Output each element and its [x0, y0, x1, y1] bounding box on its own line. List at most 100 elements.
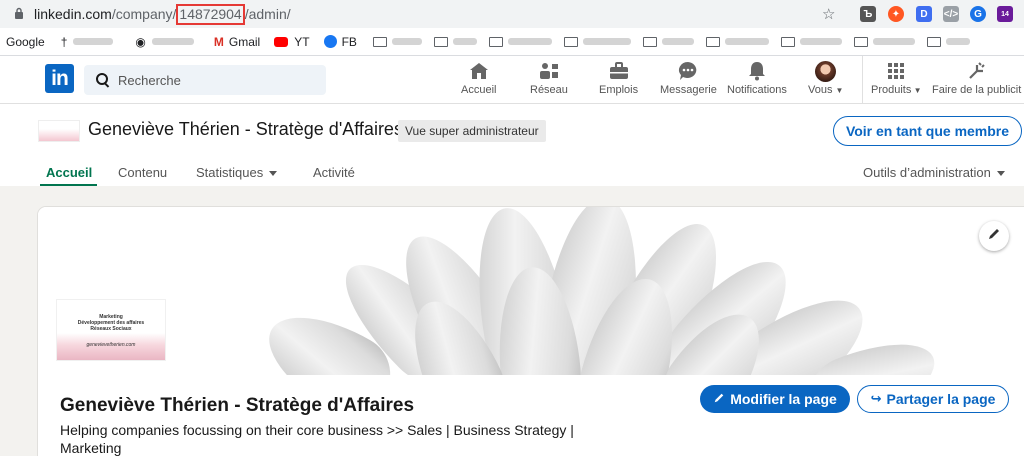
extension-badge: 14: [1001, 10, 1009, 18]
nav-label: Messagerie: [660, 84, 717, 96]
folder-icon: [780, 36, 795, 47]
bookmark-folder[interactable]: [372, 36, 422, 47]
folder-icon: [853, 36, 868, 47]
pencil-icon: [713, 392, 725, 407]
super-admin-badge: Vue super administrateur: [398, 120, 546, 142]
extension-icon[interactable]: ✦: [888, 6, 904, 22]
facebook-icon: [323, 35, 337, 48]
folder-icon: [488, 36, 503, 47]
folder-icon: [642, 36, 657, 47]
url-domain: linkedin.com: [34, 6, 112, 22]
folder-icon: [433, 36, 448, 47]
bookmark-folder[interactable]: [926, 36, 970, 47]
extension-icon[interactable]: 14: [997, 6, 1013, 22]
bookmarks-bar: Google † ◉ M Gmail YT FB: [0, 28, 1024, 56]
nav-label: Vous ▼: [808, 84, 844, 96]
lock-icon: [14, 7, 26, 22]
caret-down-icon: [269, 171, 278, 177]
cross-icon: †: [60, 34, 68, 49]
nav-notifications[interactable]: Notifications: [727, 60, 787, 96]
extension-icon[interactable]: </>: [943, 6, 959, 22]
bookmark-folder[interactable]: [853, 36, 915, 47]
bookmark-folder[interactable]: [433, 36, 477, 47]
tab-analytics[interactable]: Statistiques: [196, 165, 278, 180]
view-as-member-button[interactable]: Voir en tant que membre: [833, 116, 1022, 146]
admin-tools-dropdown[interactable]: Outils d’administration: [863, 165, 1005, 180]
folder-icon: [372, 36, 387, 47]
bookmark-folder[interactable]: [780, 36, 842, 47]
nav-advertise[interactable]: Faire de la publicit: [932, 60, 1021, 96]
bookmark-folder[interactable]: [642, 36, 694, 47]
bookmark-folder[interactable]: [488, 36, 552, 47]
bookmark-facebook[interactable]: FB: [323, 35, 357, 49]
bookmark-item[interactable]: ◉: [135, 34, 194, 49]
folder-icon: [926, 36, 941, 47]
nav-label: Notifications: [727, 84, 787, 96]
search-icon: [96, 73, 110, 87]
url-company-id-highlight: 14872904: [176, 3, 245, 25]
extension-icon[interactable]: D: [916, 6, 932, 22]
bookmark-folder[interactable]: [563, 36, 631, 47]
briefcase-icon: [608, 60, 630, 82]
tab-home[interactable]: Accueil: [46, 165, 92, 180]
home-icon: [468, 60, 490, 82]
nav-label: Réseau: [530, 84, 568, 96]
tab-content[interactable]: Contenu: [118, 165, 167, 180]
extension-icon[interactable]: Ъ: [860, 6, 876, 22]
bookmark-folder[interactable]: [705, 36, 769, 47]
chevron-down-icon: ▼: [835, 86, 844, 95]
nav-home[interactable]: Accueil: [461, 60, 496, 96]
bookmark-youtube[interactable]: YT: [274, 35, 310, 49]
share-arrow-icon: ↪: [870, 391, 882, 406]
folder-icon: [705, 36, 720, 47]
cover-image: [38, 207, 1024, 375]
linkedin-logo[interactable]: in: [45, 64, 74, 93]
edit-cover-button[interactable]: [979, 221, 1009, 251]
url-path-start: /company/: [111, 6, 177, 22]
nav-label: Faire de la publicit: [932, 84, 1022, 96]
ads-icon: [966, 60, 988, 82]
chevron-down-icon: ▼: [911, 86, 922, 95]
nav-network[interactable]: Réseau: [530, 60, 568, 96]
globe-icon: ◉: [135, 34, 146, 49]
grid-icon: [885, 60, 907, 82]
gmail-icon: M: [213, 34, 224, 49]
extension-icon[interactable]: G: [970, 6, 986, 22]
bookmark-google[interactable]: Google: [6, 35, 45, 49]
company-tagline: Helping companies focussing on their cor…: [60, 422, 574, 456]
bookmark-star-icon[interactable]: ☆: [822, 5, 835, 23]
nav-messaging[interactable]: Messagerie: [660, 60, 717, 96]
url-path-end: /admin/: [244, 6, 291, 22]
nav-jobs[interactable]: Emplois: [599, 60, 638, 96]
avatar-icon: [815, 60, 837, 82]
nav-label: Produits ▼: [871, 84, 922, 96]
company-title: Geneviève Thérien - Stratège d'Affaires: [60, 395, 415, 416]
youtube-icon: [274, 36, 289, 47]
network-icon: [538, 60, 560, 82]
folder-icon: [563, 36, 578, 47]
tab-activity[interactable]: Activité: [313, 165, 355, 180]
nav-products[interactable]: Produits ▼: [871, 60, 922, 96]
share-page-button[interactable]: ↪ Partager la page: [857, 385, 1009, 413]
nav-label: Accueil: [461, 84, 497, 96]
bookmark-item[interactable]: †: [61, 35, 114, 49]
company-logo: Marketing Développement des affaires Rés…: [56, 299, 166, 361]
messaging-icon: [677, 60, 699, 82]
nav-divider: [862, 56, 863, 104]
company-name: Geneviève Thérien - Stratège d'Affaires: [88, 119, 403, 139]
company-page-card: Marketing Développement des affaires Rés…: [38, 207, 1024, 456]
active-tab-indicator: [40, 184, 97, 186]
pencil-icon: [987, 227, 1001, 246]
edit-page-button[interactable]: Modifier la page: [700, 385, 850, 413]
company-logo-thumbnail: [38, 120, 80, 142]
caret-down-icon: [996, 171, 1005, 177]
linkedin-top-nav: in Accueil Réseau Emplois Messagerie Not…: [0, 56, 1024, 104]
browser-url-bar[interactable]: linkedin.com /company/ 14872904 /admin/ …: [0, 0, 1024, 28]
search-bar[interactable]: [84, 65, 326, 95]
bell-icon: [746, 60, 768, 82]
bookmark-gmail[interactable]: M Gmail: [214, 35, 260, 49]
search-input[interactable]: [118, 72, 318, 88]
url-text[interactable]: linkedin.com /company/ 14872904 /admin/: [34, 3, 291, 25]
company-admin-header: Geneviève Thérien - Stratège d'Affaires …: [0, 104, 1024, 186]
nav-me[interactable]: Vous ▼: [808, 60, 843, 96]
